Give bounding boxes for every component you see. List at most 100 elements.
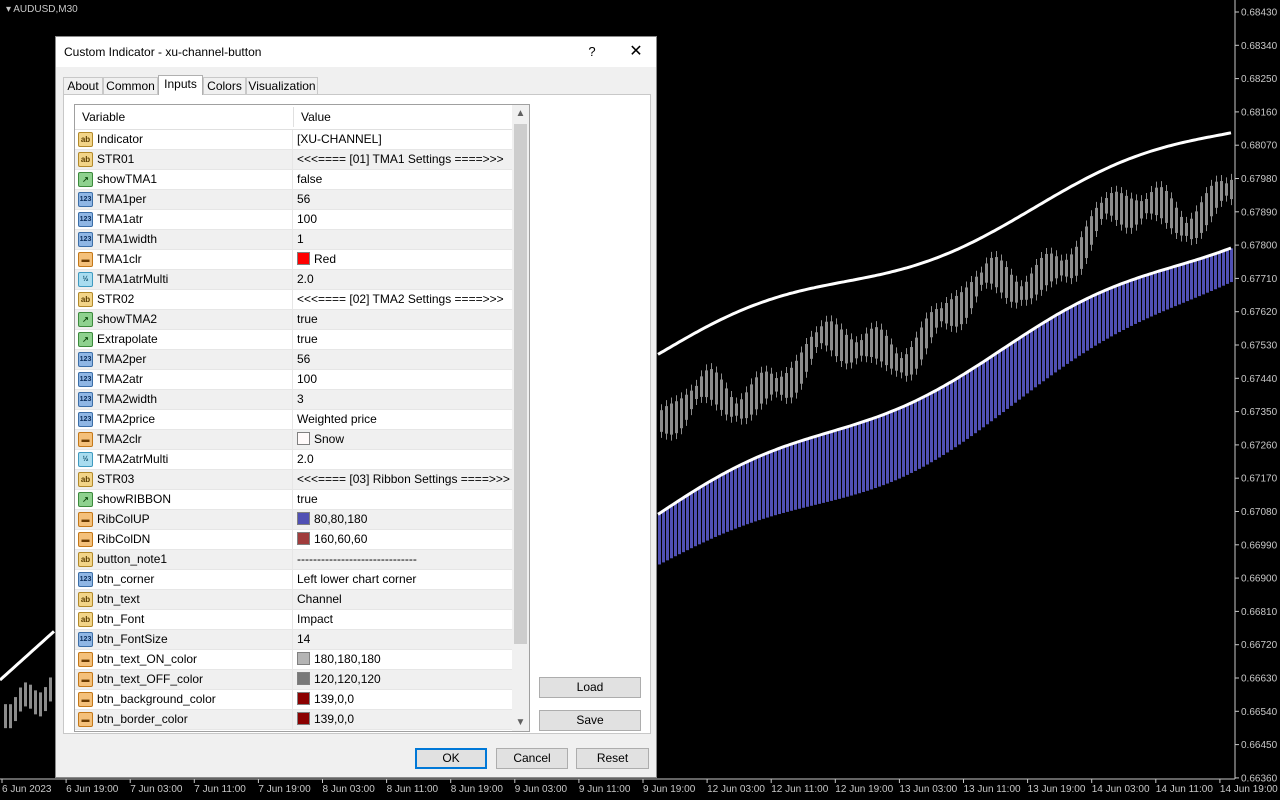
- variable-cell[interactable]: ab btn_text: [75, 590, 293, 609]
- value-cell[interactable]: 2.0: [294, 450, 512, 469]
- input-row[interactable]: ab STR02 <<<==== [02] TMA2 Settings ====>>…: [75, 290, 512, 310]
- input-row[interactable]: ab btn_Font Impact: [75, 610, 512, 630]
- variable-cell[interactable]: ↗ showTMA2: [75, 310, 293, 329]
- value-cell[interactable]: Channel: [294, 590, 512, 609]
- input-row[interactable]: ▬ TMA2clr Snow: [75, 430, 512, 450]
- value-cell[interactable]: 56: [294, 350, 512, 369]
- value-cell[interactable]: false: [294, 170, 512, 189]
- input-row[interactable]: ▬ btn_border_color 139,0,0: [75, 710, 512, 730]
- input-row[interactable]: 123 TMA2per 56: [75, 350, 512, 370]
- value-cell[interactable]: 180,180,180: [294, 650, 512, 669]
- input-row[interactable]: ▬ btn_text_ON_color 180,180,180: [75, 650, 512, 670]
- value-cell[interactable]: true: [294, 310, 512, 329]
- variable-cell[interactable]: ½ TMA2atrMulti: [75, 450, 293, 469]
- input-row[interactable]: 123 TMA1atr 100: [75, 210, 512, 230]
- scroll-down-arrow-icon[interactable]: ▼: [512, 714, 529, 731]
- variable-cell[interactable]: ▬ btn_background_color: [75, 690, 293, 709]
- variable-cell[interactable]: 123 TMA1width: [75, 230, 293, 249]
- variable-cell[interactable]: 123 TMA2atr: [75, 370, 293, 389]
- value-cell[interactable]: ------------------------------: [294, 550, 512, 569]
- input-row[interactable]: ½ TMA1atrMulti 2.0: [75, 270, 512, 290]
- input-row[interactable]: ↗ showRIBBON true: [75, 490, 512, 510]
- variable-cell[interactable]: ab button_note1: [75, 550, 293, 569]
- input-row[interactable]: ↗ Extrapolate true: [75, 330, 512, 350]
- tab-visualization[interactable]: Visualization: [246, 77, 318, 94]
- input-row[interactable]: 123 btn_corner Left lower chart corner: [75, 570, 512, 590]
- column-header-value[interactable]: Value: [294, 105, 512, 129]
- variable-cell[interactable]: ↗ showTMA1: [75, 170, 293, 189]
- value-cell[interactable]: <<<==== [03] Ribbon Settings ====>>>: [294, 470, 512, 489]
- help-button[interactable]: ?: [578, 41, 606, 63]
- value-cell[interactable]: 100: [294, 370, 512, 389]
- value-cell[interactable]: [XU-CHANNEL]: [294, 130, 512, 149]
- value-cell[interactable]: 139,0,0: [294, 690, 512, 709]
- variable-cell[interactable]: ▬ btn_text_ON_color: [75, 650, 293, 669]
- variable-cell[interactable]: ▬ btn_text_OFF_color: [75, 670, 293, 689]
- cancel-button[interactable]: Cancel: [496, 748, 568, 769]
- variable-cell[interactable]: 123 btn_FontSize: [75, 630, 293, 649]
- value-cell[interactable]: Red: [294, 250, 512, 269]
- tab-inputs[interactable]: Inputs: [158, 75, 203, 95]
- input-row[interactable]: ▬ btn_background_color 139,0,0: [75, 690, 512, 710]
- value-cell[interactable]: 100: [294, 210, 512, 229]
- close-button[interactable]: ✕: [622, 41, 650, 63]
- column-header-variable[interactable]: Variable: [75, 105, 293, 129]
- input-row[interactable]: 123 btn_FontSize 14: [75, 630, 512, 650]
- value-cell[interactable]: true: [294, 490, 512, 509]
- variable-cell[interactable]: ▬ btn_border_color: [75, 710, 293, 729]
- variable-cell[interactable]: 123 TMA1per: [75, 190, 293, 209]
- variable-cell[interactable]: ½ TMA1atrMulti: [75, 270, 293, 289]
- value-cell[interactable]: Snow: [294, 430, 512, 449]
- save-button[interactable]: Save: [539, 710, 641, 731]
- dialog-titlebar[interactable]: Custom Indicator - xu-channel-button ? ✕: [56, 37, 656, 67]
- input-row[interactable]: 123 TMA2price Weighted price: [75, 410, 512, 430]
- value-cell[interactable]: 3: [294, 390, 512, 409]
- variable-cell[interactable]: 123 TMA2width: [75, 390, 293, 409]
- input-row[interactable]: ab STR03 <<<==== [03] Ribbon Settings ====…: [75, 470, 512, 490]
- variable-cell[interactable]: 123 TMA2per: [75, 350, 293, 369]
- variable-cell[interactable]: ab btn_Font: [75, 610, 293, 629]
- input-row[interactable]: 123 TMA1per 56: [75, 190, 512, 210]
- grid-vertical-scrollbar[interactable]: ▲ ▼: [512, 105, 529, 731]
- load-button[interactable]: Load: [539, 677, 641, 698]
- value-cell[interactable]: 1: [294, 230, 512, 249]
- value-cell[interactable]: 139,0,0: [294, 710, 512, 729]
- value-cell[interactable]: 14: [294, 630, 512, 649]
- reset-button[interactable]: Reset: [576, 748, 649, 769]
- value-cell[interactable]: 120,120,120: [294, 670, 512, 689]
- variable-cell[interactable]: 123 btn_corner: [75, 570, 293, 589]
- tab-colors[interactable]: Colors: [203, 77, 246, 94]
- variable-cell[interactable]: ab STR03: [75, 470, 293, 489]
- input-row[interactable]: 123 TMA2atr 100: [75, 370, 512, 390]
- input-row[interactable]: ▬ TMA1clr Red: [75, 250, 512, 270]
- ok-button[interactable]: OK: [415, 748, 487, 769]
- input-row[interactable]: ab STR01 <<<==== [01] TMA1 Settings ====>>…: [75, 150, 512, 170]
- variable-cell[interactable]: ab STR01: [75, 150, 293, 169]
- input-row[interactable]: ▬ RibColDN 160,60,60: [75, 530, 512, 550]
- value-cell[interactable]: Impact: [294, 610, 512, 629]
- input-row[interactable]: ab btn_text Channel: [75, 590, 512, 610]
- variable-cell[interactable]: ↗ Extrapolate: [75, 330, 293, 349]
- input-row[interactable]: 123 TMA2width 3: [75, 390, 512, 410]
- tab-common[interactable]: Common: [103, 77, 158, 94]
- variable-cell[interactable]: ▬ RibColUP: [75, 510, 293, 529]
- variable-cell[interactable]: ▬ RibColDN: [75, 530, 293, 549]
- input-row[interactable]: ab button_note1 --------------------------…: [75, 550, 512, 570]
- scroll-up-arrow-icon[interactable]: ▲: [512, 105, 529, 122]
- value-cell[interactable]: 80,80,180: [294, 510, 512, 529]
- value-cell[interactable]: true: [294, 330, 512, 349]
- value-cell[interactable]: 2.0: [294, 270, 512, 289]
- value-cell[interactable]: 160,60,60: [294, 530, 512, 549]
- scroll-thumb[interactable]: [514, 124, 527, 644]
- value-cell[interactable]: Left lower chart corner: [294, 570, 512, 589]
- input-row[interactable]: ▬ RibColUP 80,80,180: [75, 510, 512, 530]
- input-row[interactable]: ↗ showTMA2 true: [75, 310, 512, 330]
- value-cell[interactable]: Weighted price: [294, 410, 512, 429]
- value-cell[interactable]: 56: [294, 190, 512, 209]
- variable-cell[interactable]: ▬ TMA2clr: [75, 430, 293, 449]
- variable-cell[interactable]: 123 TMA1atr: [75, 210, 293, 229]
- tab-about[interactable]: About: [63, 77, 103, 94]
- input-row[interactable]: ab Indicator [XU-CHANNEL]: [75, 130, 512, 150]
- input-row[interactable]: 123 TMA1width 1: [75, 230, 512, 250]
- input-row[interactable]: ↗ showTMA1 false: [75, 170, 512, 190]
